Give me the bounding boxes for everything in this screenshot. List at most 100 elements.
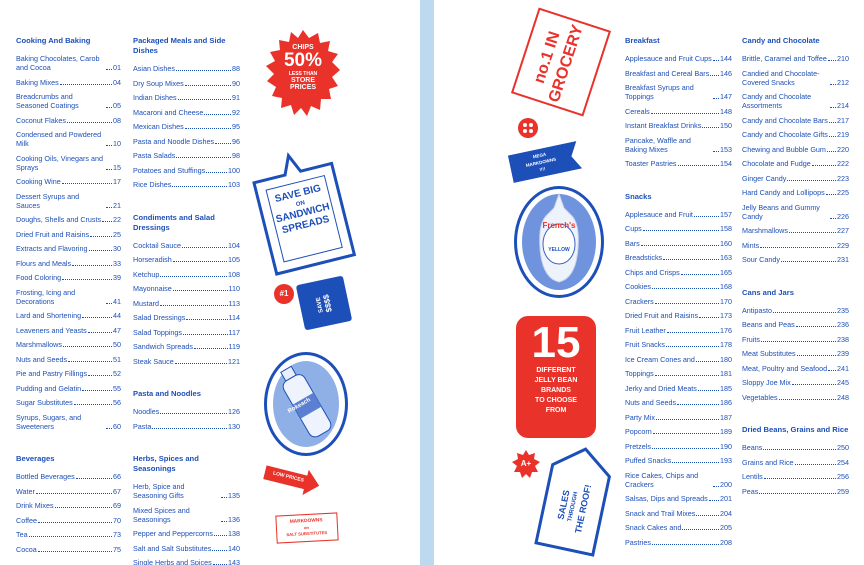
entry-label: Tea <box>16 530 28 539</box>
entry-page-number: 201 <box>720 494 732 503</box>
entry-page-number: 01 <box>113 63 121 72</box>
index-entry: Coconut Flakes 08 <box>16 116 121 125</box>
entry-label: Peas <box>742 486 759 496</box>
entry-page-number: 92 <box>232 107 240 117</box>
dot-leader <box>830 107 836 108</box>
entry-label: Ginger Candy <box>742 173 787 183</box>
entry-label: Mexican Dishes <box>133 122 184 131</box>
entry-label: Coconut Flakes <box>16 115 66 125</box>
entry-page-number: 15 <box>113 162 121 172</box>
entry-label: Party Mix <box>625 412 655 422</box>
entry-label: Popcorn <box>625 427 652 436</box>
dot-leader <box>160 413 227 414</box>
entry-page-number: 52 <box>113 369 121 378</box>
entry-page-number: 193 <box>720 456 732 465</box>
entry-page-number: 130 <box>228 421 240 431</box>
index-entry: Pie and Pastry Fillings 52 <box>16 369 121 378</box>
dot-leader <box>811 165 836 166</box>
entry-label: Breakfast and Cereal Bars <box>625 68 710 78</box>
index-entry: Mints 229 <box>742 241 849 250</box>
index-entry: Fruit Leather 176 <box>625 326 732 335</box>
entry-label: Applesauce and Fruit Cups <box>625 54 712 63</box>
index-entry: Leaveners and Yeasts 47 <box>16 326 121 335</box>
index-entry: Jerky and Dried Meats 185 <box>625 384 732 393</box>
index-entry: Asian Dishes 88 <box>133 64 240 73</box>
entry-label: Flours and Meals <box>16 258 72 268</box>
entry-label: Antipasto <box>742 305 772 315</box>
entry-label: Indian Dishes <box>133 93 177 102</box>
entry-page-number: 117 <box>228 327 240 337</box>
entry-page-number: 96 <box>232 136 240 146</box>
entry-page-number: 168 <box>720 282 732 291</box>
entry-label: Mustard <box>133 298 159 308</box>
number-one-text: #1 <box>279 289 289 298</box>
save-ticket: SAVE $$$$ <box>295 275 353 331</box>
entry-page-number: 200 <box>720 479 732 489</box>
entry-page-number: 238 <box>837 334 849 344</box>
entry-label: Pie and Pastry Fillings <box>16 369 88 378</box>
entry-page-number: 56 <box>113 398 121 407</box>
index-entry: Food Coloring 39 <box>16 273 121 282</box>
entry-page-number: 210 <box>837 54 849 63</box>
entry-label: Frosting, Icing and Decorations <box>16 287 76 306</box>
entry-label: Drink Mixes <box>16 501 54 510</box>
entry-page-number: 25 <box>113 229 121 239</box>
index-entry: Cooking Wine 17 <box>16 177 121 186</box>
section-heading: Cans and Jars <box>742 287 794 297</box>
index-entry: Crackers 170 <box>625 297 732 306</box>
entry-label: Baking Mixes <box>16 77 59 87</box>
index-entry: Rice Cakes, Chips and Crackers 200 <box>625 471 732 489</box>
entry-label: Ice Cream Cones and <box>625 354 695 364</box>
dot-leader <box>650 112 719 114</box>
entry-label: Pancake, Waffle and Baking Mixes <box>625 135 691 154</box>
dot-leader <box>710 74 719 76</box>
dot-leader <box>828 369 836 371</box>
entry-page-number: 88 <box>232 64 240 73</box>
grocery-sticker: no.1 IN GROCERY <box>510 7 612 117</box>
dot-leader <box>221 520 227 522</box>
entry-page-number: 225 <box>837 188 849 197</box>
dot-leader <box>663 259 719 260</box>
dot-leader <box>28 536 112 537</box>
dot-leader <box>102 221 112 222</box>
entry-page-number: 185 <box>720 383 732 393</box>
jelly-line-3: BRANDS <box>541 387 571 394</box>
entry-page-number: 60 <box>113 421 121 431</box>
entry-label: Breadcrumbs and Seasoned Coatings <box>16 92 79 110</box>
index-entry: Beans 250 <box>742 443 849 452</box>
entry-label: Salad Dressings <box>133 313 186 322</box>
entry-page-number: 108 <box>228 269 240 279</box>
dot-leader <box>152 427 227 429</box>
index-entry: Coffee 70 <box>16 516 121 525</box>
dots-shape <box>523 123 533 133</box>
index-entry: Meat Substitutes 239 <box>742 349 849 358</box>
a-plus-badge: A+ <box>512 450 540 478</box>
index-entry: Cocoa 75 <box>16 545 121 554</box>
index-entry: Applesauce and Fruit 157 <box>625 210 732 219</box>
entry-page-number: 110 <box>228 284 240 293</box>
index-entry: Nuts and Seeds 51 <box>16 355 121 364</box>
mustard-bottle-icon <box>539 192 579 283</box>
entry-label: Instant Breakfast Drinks <box>625 121 702 130</box>
dot-leader <box>174 362 227 364</box>
entry-label: Asian Dishes <box>133 64 175 73</box>
dot-leader <box>172 261 227 262</box>
entry-label: Meat, Poultry and Seafood <box>742 363 828 373</box>
index-entry: Dessert Syrups and Sauces 21 <box>16 192 121 210</box>
dot-leader <box>59 83 112 85</box>
entry-page-number: 187 <box>720 412 732 422</box>
dot-leader <box>68 360 112 362</box>
entry-page-number: 119 <box>228 342 240 351</box>
entry-label: Horseradish <box>133 255 172 264</box>
section-heading: Packaged Meals and Side Dishes <box>133 36 226 55</box>
entry-label: Candy and Chocolate Assortments <box>742 92 812 110</box>
section-heading: Cooking And Baking <box>16 36 91 45</box>
index-entry: Macaroni and Cheese 92 <box>133 108 240 117</box>
jelly-bean-card: 15 DIFFERENT JELLY BEAN BRANDS TO CHOOSE… <box>516 316 596 438</box>
entry-page-number: 55 <box>113 383 121 393</box>
dot-leader <box>712 60 719 61</box>
right-column-2: Candy and Chocolate Brittle, Caramel and … <box>742 36 849 501</box>
dot-leader <box>759 492 836 494</box>
index-entry: Water 67 <box>16 487 121 496</box>
index-entry: Party Mix 187 <box>625 413 732 422</box>
